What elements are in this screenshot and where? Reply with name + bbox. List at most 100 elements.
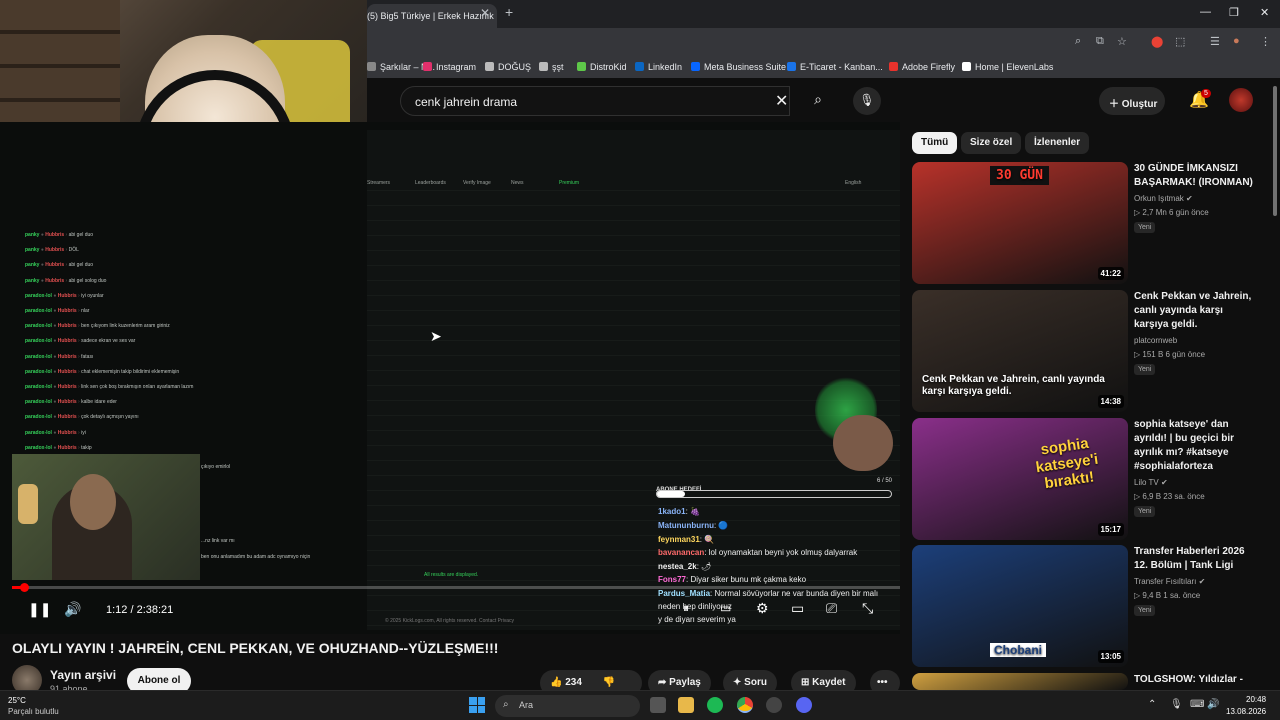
browser-tab-active[interactable]: (5) Big5 Türkiye | Erkek Hazırlık ✕ (367, 4, 497, 28)
recommendation-item[interactable]: Chobani 13:05 Transfer Haberleri 2026 12. … (912, 545, 1272, 667)
chat-text: : 🌶 (696, 562, 712, 571)
bookmark-item[interactable]: Adobe Firefly (889, 62, 955, 72)
weather-widget[interactable]: 25°C Parçalı bulutlu (8, 695, 59, 717)
guest-webcam (12, 454, 200, 580)
recommendation-thumbnail[interactable]: 30 GÜN 41:22 (912, 162, 1128, 284)
log-row: paradox-lol ● Hubbris › fatası (25, 354, 93, 360)
recommendation-thumbnail[interactable]: Chobani 13:05 (912, 545, 1128, 667)
profile-avatar-icon[interactable]: ● (1233, 35, 1240, 47)
log-user: paradox-lol (25, 353, 52, 360)
chip-watched[interactable]: İzlenenler (1025, 132, 1090, 154)
video-duration-badge: 15:17 (1097, 523, 1124, 536)
pause-button[interactable]: ❚❚ (28, 601, 51, 618)
bookmark-item[interactable]: Instagram (423, 62, 476, 72)
progress-scrubber-handle[interactable] (20, 583, 29, 592)
recommendation-item[interactable]: TOLGSHOW: Yıldızlar - (912, 673, 1272, 690)
dislike-button[interactable]: 👎 (603, 677, 615, 688)
chat-text: : 🔵 (713, 521, 729, 530)
recommendation-title[interactable]: Transfer Haberleri 2026 12. Bölüm | Tank… (1134, 545, 1258, 573)
scrollbar-thumb[interactable] (1273, 86, 1277, 216)
bookmark-item[interactable]: DistroKid (577, 62, 627, 72)
recommendation-title[interactable]: 30 GÜNDE İMKANSIZI BAŞARMAK! (IRONMAN) (1134, 162, 1258, 190)
captured-nav-item: Leaderboards (415, 180, 446, 186)
chat-username: 1kado1 (658, 507, 686, 516)
bookmark-item[interactable]: E-Ticaret - Kanban... (787, 62, 883, 72)
minimize-button[interactable]: — (1200, 6, 1211, 18)
bookmark-item[interactable]: Home | ElevenLabs (962, 62, 1053, 72)
recommendation-channel[interactable]: Orkun Işıtmak ✔ (1134, 194, 1193, 203)
speaker-icon[interactable]: 🔊 (1207, 699, 1219, 710)
discord-icon[interactable] (796, 697, 812, 713)
account-avatar[interactable] (1229, 88, 1253, 112)
microphone-tray-icon[interactable]: 🎙 (1170, 699, 1183, 710)
bookmark-item[interactable]: DOĞUŞ (485, 62, 531, 72)
bookmark-item[interactable]: şşt (539, 62, 564, 72)
create-button[interactable]: ＋ Oluştur (1099, 87, 1165, 115)
recommendation-channel[interactable]: Transfer Fısıltıları ✔ (1134, 577, 1205, 586)
fullscreen-button[interactable]: ⤡ (862, 600, 873, 617)
recommendation-thumbnail[interactable]: Cenk Pekkan ve Jahrein, canlı yayında ka… (912, 290, 1128, 412)
task-view-icon[interactable] (650, 697, 666, 713)
cast-button[interactable]: ⎚ (826, 600, 837, 617)
page-scrollbar[interactable] (1272, 82, 1278, 682)
chip-for-you[interactable]: Size özel (961, 132, 1022, 154)
steam-icon[interactable] (766, 697, 782, 713)
log-target: Hubbris (57, 384, 77, 390)
row-divider (367, 310, 900, 311)
weather-desc: Parçalı bulutlu (8, 707, 59, 716)
progress-bar[interactable] (12, 583, 900, 592)
recommendation-item[interactable]: Cenk Pekkan ve Jahrein, canlı yayında ka… (912, 290, 1272, 412)
recommendation-item[interactable]: 30 GÜN 41:22 30 GÜNDE İMKANSIZI BAŞARMAK! … (912, 162, 1272, 284)
windows-start-icon[interactable] (469, 697, 485, 713)
tab-close-icon[interactable]: ✕ (480, 6, 490, 20)
log-target: Hubbris (57, 429, 77, 436)
install-app-icon[interactable]: ⧉ (1096, 35, 1104, 48)
file-explorer-icon[interactable] (678, 697, 694, 713)
chrome-icon[interactable] (737, 697, 753, 713)
new-tab-button[interactable]: + (505, 4, 513, 20)
mouse-cursor-icon: ➤ (430, 328, 442, 344)
voice-search-button[interactable]: 🎙 (853, 87, 881, 115)
taskbar-search[interactable]: ⌕ Ara (495, 695, 640, 717)
log-message: fatası (81, 353, 94, 360)
recommendation-title[interactable]: sophia katseye' dan ayrıldı! | bu geçici… (1134, 418, 1258, 474)
extensions-puzzle-icon[interactable]: ⬚ (1175, 35, 1185, 48)
new-badge: Yeni (1134, 222, 1156, 233)
recommendation-thumbnail[interactable]: sophia katseye'i bıraktı! 15:17 (912, 418, 1128, 540)
recommendation-title[interactable]: TOLGSHOW: Yıldızlar - (1134, 673, 1258, 687)
chrome-menu-icon[interactable]: ⋮ (1260, 35, 1271, 48)
recommendation-title[interactable]: Cenk Pekkan ve Jahrein, canlı yayında ka… (1134, 290, 1258, 332)
recommendation-thumbnail[interactable] (912, 673, 1128, 690)
clear-search-icon[interactable]: ✕ (775, 91, 788, 111)
like-button[interactable]: 👍 234 (550, 677, 582, 688)
restore-button[interactable]: ❐ (1229, 6, 1239, 19)
zoom-icon[interactable]: ⌕ (1075, 35, 1081, 48)
settings-button[interactable]: ⚙ (756, 600, 769, 617)
log-message: sadece ekran ve ses var (81, 338, 136, 345)
tab-search-icon[interactable]: ☰ (1210, 35, 1220, 48)
extension-red-icon[interactable]: ⬤ (1151, 35, 1163, 48)
chip-all[interactable]: Tümü (912, 132, 958, 154)
log-message: takip (81, 444, 92, 451)
bookmark-star-icon[interactable]: ☆ (1117, 35, 1127, 48)
bookmark-item[interactable]: LinkedIn (635, 62, 682, 72)
recommendation-item[interactable]: sophia katseye'i bıraktı! 15:17 sophia kat… (912, 418, 1272, 540)
system-clock[interactable]: 20:48 13.08.2026 (1226, 694, 1266, 718)
subtitles-button[interactable]: ▭ (720, 601, 731, 615)
recommendation-channel[interactable]: platcornweb (1134, 336, 1177, 345)
network-icon[interactable]: ⌨ (1190, 699, 1204, 710)
channel-name[interactable]: Yayın arşivi (50, 668, 116, 682)
pip-button[interactable]: ⏸ (683, 601, 689, 616)
spotify-icon[interactable] (707, 697, 723, 713)
volume-button[interactable]: 🔊 (64, 601, 81, 618)
search-input[interactable]: cenk jahrein drama (400, 86, 790, 116)
recommendation-channel[interactable]: Lilo TV ✔ (1134, 478, 1168, 487)
theater-mode-button[interactable]: ▭ (791, 600, 804, 617)
close-window-button[interactable]: ✕ (1260, 6, 1269, 19)
search-button[interactable]: ⌕ (801, 86, 835, 116)
log-message: link sen çok boş bırakmışın onları ayarl… (81, 384, 194, 390)
bookmark-item[interactable]: Meta Business Suite (691, 62, 786, 72)
youtube-header: cenk jahrein drama ✕ ⌕ 🎙 ＋ Oluştur 🔔 5 (367, 80, 1280, 122)
log-row: panky ● Hubbris › abi gel duo (25, 232, 93, 238)
tray-chevron-icon[interactable]: ⌃ (1148, 699, 1156, 710)
